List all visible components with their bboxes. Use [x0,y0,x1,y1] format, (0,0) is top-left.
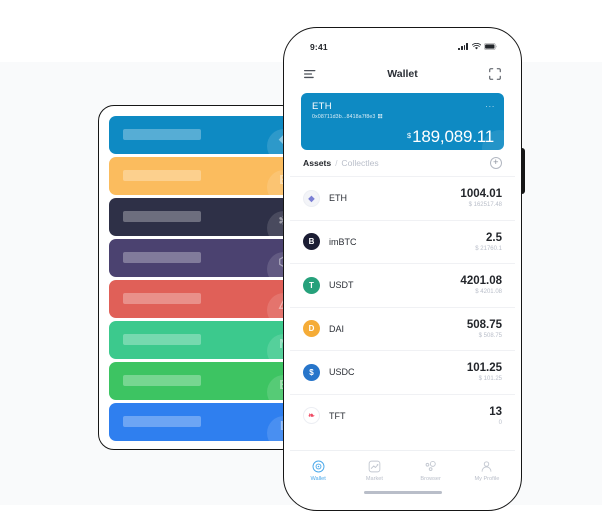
asset-row[interactable]: D DAI 508.75 $ 508.75 [290,306,515,351]
balance-amount-row: $ 189,089.11 [407,128,494,145]
asset-amount: 101.25 [466,362,502,375]
copy-address-icon[interactable] [378,114,384,120]
market-tab-icon [368,460,381,473]
asset-fiat-value: $ 508.75 [478,332,502,339]
status-icons [458,43,497,50]
placeholder-bar [123,293,201,304]
stack-eth-card[interactable]: ◆ [109,116,294,154]
asset-row[interactable]: T USDT 4201.08 $ 4201.08 [290,263,515,307]
placeholder-bar [123,375,201,386]
tab-my-profile[interactable]: My Profile [459,460,515,482]
asset-fiat-value: $ 4201.08 [475,289,502,296]
asset-name: DAI [329,323,345,334]
asset-tabs: Assets / Collectles [303,158,379,168]
wallet-tab-icon [312,460,325,473]
card-stack-panel: ◆B✻⬡△NBL [98,105,298,450]
scan-qr-icon[interactable] [488,67,502,81]
imbtc-coin-icon: B [303,233,320,251]
bottom-navigation: Wallet Market Browser My Profile [290,450,515,491]
asset-tabs-row: Assets / Collectles + [290,150,515,176]
cellular-signal-icon [458,43,468,50]
asset-name: USDC [329,367,355,378]
phone-screen: 9:41 Wallet ··· ETH 0x08711d3b...8418a7f… [290,34,515,504]
wifi-icon [471,43,481,50]
stack-red-card[interactable]: △ [109,280,294,318]
more-options-icon[interactable]: ··· [485,102,495,111]
asset-row[interactable]: ◆ ETH 1004.01 $ 162517.48 [290,176,515,220]
status-time: 9:41 [310,41,328,52]
tab-label: Wallet [310,476,326,482]
stack-neo-card[interactable]: N [109,321,294,359]
placeholder-bar [123,334,201,345]
asset-amount: 1004.01 [460,188,502,201]
asset-values: 101.25 $ 101.25 [467,362,502,382]
asset-row[interactable]: ❧ TFT 13 0 [290,393,515,438]
tab-label: Browser [420,476,441,482]
asset-name: USDT [329,280,354,291]
asset-fiat-value: $ 162517.48 [468,202,502,209]
asset-name: ETH [329,193,347,204]
home-indicator [290,491,515,504]
profile-tab-icon [480,460,493,473]
asset-list: ◆ ETH 1004.01 $ 162517.48 BimBTC 2.5 $ 21760.1… [290,176,515,450]
status-bar: 9:41 [290,34,515,59]
battery-icon [484,43,497,50]
asset-amount: 2.5 [486,231,502,244]
wallet-address-row[interactable]: 0x08711d3b...8418a7f8e3 [312,114,494,120]
tab-wallet[interactable]: Wallet [290,460,346,482]
placeholder-bar [123,252,201,263]
tab-assets[interactable]: Assets [303,158,331,168]
balance-card[interactable]: ··· ETH 0x08711d3b...8418a7f8e3 $ 189,08… [301,93,504,150]
balance-value: 189,089.11 [412,127,494,146]
asset-row[interactable]: $ USDC 101.25 $ 101.25 [290,350,515,394]
tab-collectibles[interactable]: Collectles [341,158,378,168]
asset-values: 2.5 $ 21760.1 [475,232,502,252]
dai-coin-icon: D [303,320,320,338]
placeholder-bar [123,211,201,222]
hamburger-menu-icon[interactable] [303,67,317,81]
placeholder-bar [123,129,201,140]
tab-separator: / [335,159,338,168]
asset-name: imBTC [329,236,357,247]
page-title: Wallet [387,67,418,80]
asset-amount: 13 [489,405,502,418]
asset-values: 13 0 [489,406,502,426]
asset-values: 508.75 $ 508.75 [467,319,502,339]
stack-eos-card[interactable]: ⬡ [109,239,294,277]
placeholder-bar [123,170,201,181]
asset-values: 1004.01 $ 162517.48 [460,188,502,208]
usdt-coin-icon: T [303,276,320,294]
usdc-coin-icon: $ [303,363,320,381]
wallet-name: ETH [312,101,332,112]
stack-dark-card[interactable]: ✻ [109,198,294,236]
asset-values: 4201.08 $ 4201.08 [460,275,502,295]
tab-label: My Profile [474,476,500,482]
placeholder-bar [123,416,201,427]
asset-fiat-value: $ 101.25 [478,376,502,383]
phone-frame: 9:41 Wallet ··· ETH 0x08711d3b...8418a7f… [283,27,522,511]
asset-name: TFT [329,410,346,421]
stack-btc-card[interactable]: B [109,157,294,195]
asset-amount: 4201.08 [460,275,502,288]
browser-tab-icon [424,460,437,473]
asset-fiat-value: 0 [498,419,502,426]
add-asset-icon[interactable]: + [489,156,502,170]
currency-symbol: $ [407,131,412,140]
stack-ltc-card[interactable]: L [109,403,294,441]
asset-amount: 508.75 [466,318,502,331]
tab-browser[interactable]: Browser [403,460,459,482]
tab-label: Market [365,476,383,482]
asset-row[interactable]: BimBTC 2.5 $ 21760.1 [290,219,515,264]
asset-fiat-value: $ 21760.1 [475,245,502,252]
tab-market[interactable]: Market [346,460,402,482]
eth-coin-icon: ◆ [303,189,320,207]
stack-bch-card[interactable]: B [109,362,294,400]
tft-coin-icon: ❧ [303,407,320,425]
nav-bar: Wallet [290,59,515,88]
wallet-address: 0x08711d3b...8418a7f8e3 [312,114,376,120]
